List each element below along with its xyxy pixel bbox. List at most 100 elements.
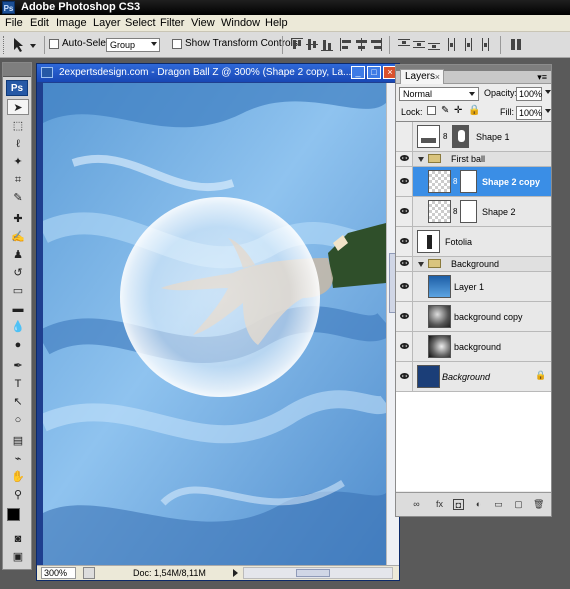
healing-tool-icon[interactable]: ✚ <box>7 211 29 227</box>
slice-tool-icon[interactable]: ✎ <box>7 190 29 206</box>
distribute-hcenter-icon[interactable] <box>462 38 474 51</box>
layer-row-fotolia[interactable]: Fotolia <box>396 227 551 257</box>
menu-file[interactable]: File <box>5 17 23 29</box>
opacity-field[interactable]: 100% <box>516 87 542 101</box>
menu-help[interactable]: Help <box>265 17 288 29</box>
align-vcenter-icon[interactable] <box>306 38 318 51</box>
hand-tool-icon[interactable]: ✋ <box>7 469 29 485</box>
horizontal-scrollbar[interactable] <box>243 567 393 579</box>
close-tab-icon[interactable]: × <box>435 70 440 84</box>
distribute-right-icon[interactable] <box>477 38 489 51</box>
lock-position-icon[interactable]: ✛ <box>454 105 462 116</box>
menu-image[interactable]: Image <box>56 17 87 29</box>
visibility-toggle[interactable] <box>396 257 413 271</box>
blend-mode-dropdown[interactable]: Normal <box>399 87 479 101</box>
align-left-icon[interactable] <box>340 38 352 51</box>
minimize-button[interactable]: _ <box>351 66 365 79</box>
magic-wand-tool-icon[interactable]: ✦ <box>7 154 29 170</box>
lock-pixels-icon[interactable]: ✎ <box>441 105 449 116</box>
layer-group-first-ball[interactable]: First ball <box>396 152 551 167</box>
align-hcenter-icon[interactable] <box>355 38 367 51</box>
visibility-toggle[interactable] <box>396 197 413 226</box>
opacity-slider-arrow-icon[interactable] <box>545 90 551 94</box>
tool-preset-picker[interactable] <box>10 36 38 54</box>
link-layers-icon[interactable]: ∞ <box>411 499 422 510</box>
notes-tool-icon[interactable]: ▤ <box>7 433 29 449</box>
layer-row-background-lower[interactable]: background <box>396 332 551 362</box>
shape-tool-icon[interactable]: ○ <box>7 412 29 428</box>
adjustment-layer-icon[interactable]: ◐ <box>473 499 484 510</box>
align-bottom-icon[interactable] <box>321 38 333 51</box>
new-group-icon[interactable]: ▭ <box>493 499 504 510</box>
distribute-left-icon[interactable] <box>447 38 459 51</box>
visibility-toggle[interactable] <box>396 122 413 151</box>
visibility-toggle[interactable] <box>396 302 413 331</box>
zoom-level-field[interactable]: 300% <box>41 567 76 579</box>
layer-row-shape-2-copy[interactable]: 8 Shape 2 copy <box>396 167 551 197</box>
menu-view[interactable]: View <box>191 17 215 29</box>
lasso-tool-icon[interactable]: ℓ <box>7 136 29 152</box>
clone-stamp-tool-icon[interactable]: ♟ <box>7 247 29 263</box>
maximize-button[interactable]: □ <box>367 66 381 79</box>
layer-row-layer-1[interactable]: Layer 1 <box>396 272 551 302</box>
visibility-toggle[interactable] <box>396 167 413 196</box>
ps-logo[interactable]: Ps <box>6 80 28 96</box>
menu-filter[interactable]: Filter <box>160 17 184 29</box>
visibility-toggle[interactable] <box>396 362 413 391</box>
align-right-icon[interactable] <box>370 38 382 51</box>
group-expand-icon[interactable] <box>418 157 424 162</box>
panel-menu-icon[interactable]: ▾≡ <box>537 72 547 83</box>
visibility-toggle[interactable] <box>396 152 413 166</box>
options-bar-grip[interactable] <box>3 36 6 54</box>
eyedropper-tool-icon[interactable]: ⌁ <box>7 451 29 467</box>
quick-mask-icon[interactable]: ◙ <box>7 531 29 547</box>
new-layer-icon[interactable]: ▢ <box>513 499 524 510</box>
dodge-tool-icon[interactable]: ● <box>7 337 29 353</box>
marquee-tool-icon[interactable]: ⬚ <box>7 118 29 134</box>
auto-select-dropdown[interactable]: Group <box>106 38 160 52</box>
status-options-icon[interactable] <box>83 567 95 579</box>
layer-row-shape-1[interactable]: 8 Shape 1 <box>396 122 551 152</box>
distribute-top-icon[interactable] <box>398 38 410 51</box>
layer-row-background-copy[interactable]: background copy <box>396 302 551 332</box>
menu-layer[interactable]: Layer <box>93 17 121 29</box>
path-select-tool-icon[interactable]: ↖ <box>7 394 29 410</box>
visibility-toggle[interactable] <box>396 272 413 301</box>
crop-tool-icon[interactable]: ⌗ <box>7 172 29 188</box>
layer-group-background[interactable]: Background <box>396 257 551 272</box>
status-menu-arrow-icon[interactable] <box>233 569 238 577</box>
distribute-vcenter-icon[interactable] <box>413 38 425 51</box>
tab-layers[interactable]: Layers × <box>400 69 444 84</box>
document-canvas[interactable] <box>43 83 386 565</box>
fill-slider-arrow-icon[interactable] <box>545 109 551 113</box>
screen-mode-icon[interactable]: ▣ <box>7 549 29 565</box>
auto-select-checkbox[interactable] <box>49 39 59 49</box>
visibility-toggle[interactable] <box>396 332 413 361</box>
align-top-icon[interactable] <box>291 38 303 51</box>
type-tool-icon[interactable]: T <box>7 376 29 392</box>
auto-align-layers-icon[interactable] <box>510 38 522 51</box>
lock-all-icon[interactable]: 🔒 <box>468 105 480 116</box>
layer-row-background-locked[interactable]: Background 🔒 <box>396 362 551 392</box>
layer-row-shape-2[interactable]: 8 Shape 2 <box>396 197 551 227</box>
menu-window[interactable]: Window <box>221 17 260 29</box>
group-expand-icon[interactable] <box>418 262 424 267</box>
blur-tool-icon[interactable]: 💧 <box>7 319 29 335</box>
brush-tool-icon[interactable]: ✍ <box>7 229 29 245</box>
gradient-tool-icon[interactable]: ▬ <box>7 301 29 317</box>
history-brush-tool-icon[interactable]: ↺ <box>7 265 29 281</box>
pen-tool-icon[interactable]: ✒ <box>7 358 29 374</box>
tools-panel-header[interactable] <box>3 63 31 77</box>
layer-style-icon[interactable]: fx <box>434 499 445 510</box>
zoom-tool-icon[interactable]: ⚲ <box>7 487 29 503</box>
horizontal-scroll-thumb[interactable] <box>296 569 330 577</box>
eraser-tool-icon[interactable]: ▭ <box>7 283 29 299</box>
move-tool-icon[interactable]: ➤ <box>7 99 29 115</box>
distribute-bottom-icon[interactable] <box>428 38 440 51</box>
foreground-color-swatch[interactable] <box>7 508 20 521</box>
menu-select[interactable]: Select <box>125 17 156 29</box>
fill-field[interactable]: 100% <box>516 106 542 120</box>
show-transform-checkbox[interactable] <box>172 39 182 49</box>
document-title-bar[interactable]: 2expertsdesign.com - Dragon Ball Z @ 300… <box>37 64 399 82</box>
add-mask-icon[interactable]: ◘ <box>453 499 464 510</box>
